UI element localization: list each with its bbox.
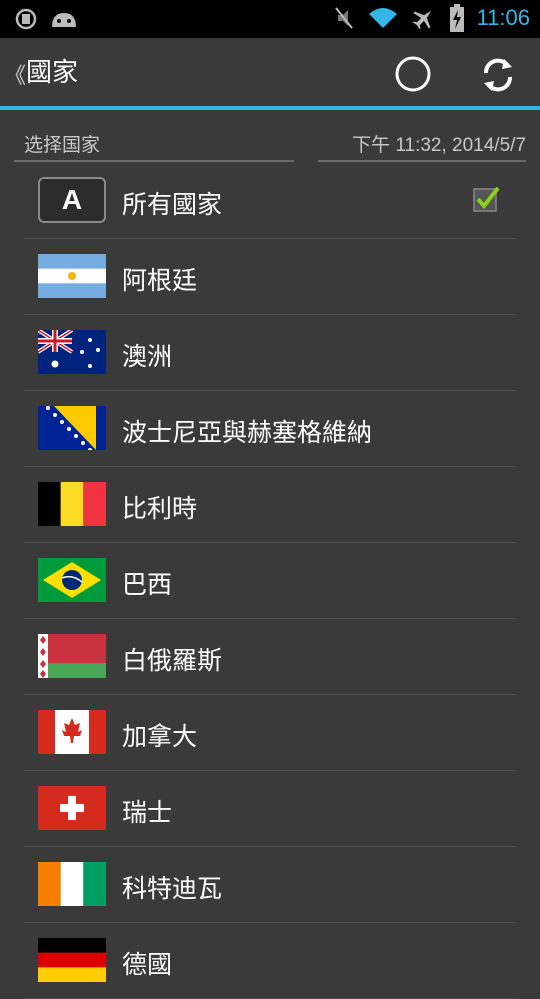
list-item-label: 科特迪瓦: [122, 874, 223, 903]
sync-icon: [15, 8, 37, 30]
circle-icon[interactable]: [395, 56, 431, 92]
list-item-label: 加拿大: [122, 722, 198, 751]
list-item-belgium[interactable]: 比利時: [24, 467, 516, 543]
list-item-switzerland[interactable]: 瑞士: [24, 771, 516, 847]
section-title: 选择国家: [24, 135, 101, 156]
list-item-label: 瑞士: [122, 798, 173, 827]
section-header: 选择国家: [14, 122, 294, 162]
status-bar: 11:06: [0, 0, 540, 38]
list-item-all[interactable]: A 所有國家: [24, 163, 516, 239]
timestamp-header: 下午 11:32, 2014/5/7: [318, 122, 526, 162]
list-item-argentina[interactable]: 阿根廷: [24, 239, 516, 315]
list-item-australia[interactable]: 澳洲: [24, 315, 516, 391]
cote-divoire-flag-icon: [38, 862, 106, 906]
belarus-flag-icon: [38, 634, 106, 678]
brazil-flag-icon: [38, 558, 106, 602]
action-bar: 《 國家: [0, 38, 540, 110]
refresh-icon[interactable]: [478, 55, 518, 95]
country-list: A 所有國家 阿根廷 澳洲 波士尼亞與赫塞格維納 比利時 巴西 白俄羅斯 加拿大…: [0, 163, 540, 999]
list-item-label: 阿根廷: [122, 266, 198, 295]
switzerland-flag-icon: [38, 786, 106, 830]
germany-flag-icon: [38, 938, 106, 982]
list-item-label: 所有國家: [122, 190, 223, 219]
list-item-cote-divoire[interactable]: 科特迪瓦: [24, 847, 516, 923]
list-item-label: 德國: [122, 950, 173, 979]
clock: 11:06: [476, 5, 530, 30]
back-icon[interactable]: 《: [4, 58, 26, 90]
checkbox-checked-icon[interactable]: [472, 185, 500, 213]
android-icon: [52, 13, 76, 27]
list-item-belarus[interactable]: 白俄羅斯: [24, 619, 516, 695]
list-header: 选择国家 下午 11:32, 2014/5/7: [14, 122, 526, 162]
all-countries-icon: A: [38, 177, 106, 223]
list-item-canada[interactable]: 加拿大: [24, 695, 516, 771]
mute-icon: [334, 7, 353, 29]
list-item-label: 巴西: [122, 570, 173, 599]
list-item-bosnia[interactable]: 波士尼亞與赫塞格維納: [24, 391, 516, 467]
wifi-icon: [368, 8, 397, 28]
list-item-label: 波士尼亞與赫塞格維納: [122, 418, 373, 447]
australia-flag-icon: [38, 330, 106, 374]
belgium-flag-icon: [38, 482, 106, 526]
all-countries-letter: A: [61, 184, 83, 215]
page-title[interactable]: 國家: [26, 52, 78, 89]
bosnia-flag-icon: [38, 406, 106, 450]
list-item-germany[interactable]: 德國: [24, 923, 516, 999]
battery-charging-icon: [449, 4, 464, 32]
canada-flag-icon: [38, 710, 106, 754]
timestamp: 下午 11:32, 2014/5/7: [352, 135, 526, 156]
list-item-brazil[interactable]: 巴西: [24, 543, 516, 619]
airplane-icon: [412, 10, 431, 30]
list-item-label: 白俄羅斯: [122, 646, 223, 675]
list-item-label: 澳洲: [122, 342, 173, 371]
argentina-flag-icon: [38, 254, 106, 298]
list-item-label: 比利時: [122, 494, 198, 523]
